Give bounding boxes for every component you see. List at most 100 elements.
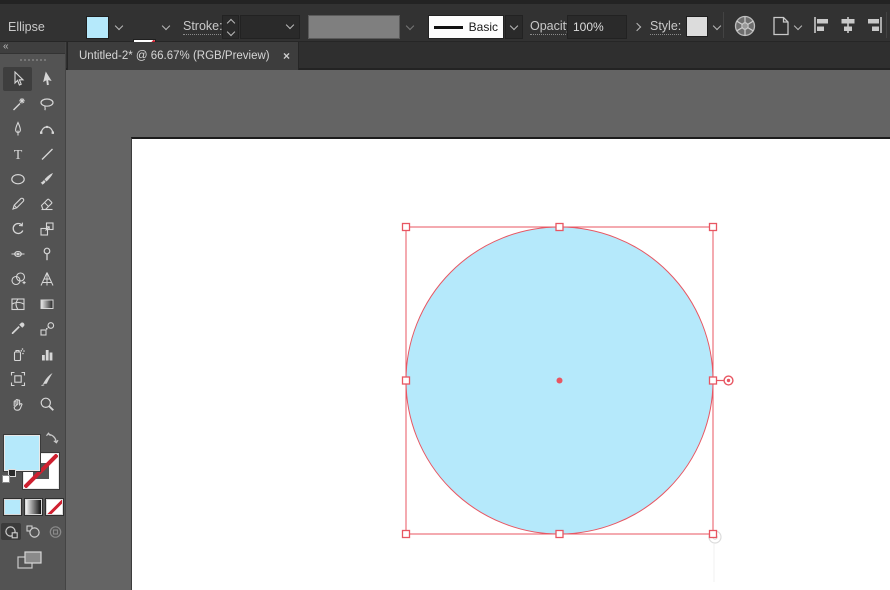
tool-eraser[interactable] [32,192,61,216]
magic-wand-icon [12,98,25,111]
brush-definition-combo[interactable]: Basic [428,15,504,39]
collapse-panel-button[interactable]: « [3,41,9,53]
step-down-icon [226,27,235,36]
tool-line-segment[interactable] [32,142,61,166]
canvas-area[interactable] [66,70,890,590]
tool-type[interactable]: T [3,142,32,166]
tool-width[interactable] [3,242,32,266]
tool-column-graph[interactable] [32,342,61,366]
tool-shape-builder[interactable] [3,267,32,291]
none-button[interactable] [45,498,64,516]
document-tab[interactable]: Untitled-2* @ 66.67% (RGB/Preview) × [67,42,299,70]
brush-definition-dropdown[interactable] [505,15,523,39]
tool-slice[interactable] [32,367,61,391]
tab-close-button[interactable]: × [283,49,290,63]
stroke-panel-link[interactable]: Stroke: [183,19,223,35]
pencil-icon [11,197,24,210]
panel-grip[interactable] [19,59,46,61]
tool-symbol-sprayer[interactable] [3,342,32,366]
shape-center-point [556,377,563,384]
default-fill-icon [2,475,10,483]
align-horizontal-center-button[interactable] [838,16,858,34]
default-fill-stroke-button[interactable] [2,469,16,483]
chevron-right-icon [632,22,642,32]
handle-bottom-right[interactable] [708,529,718,539]
eraser-icon [40,198,52,211]
tool-magic-wand[interactable] [3,92,32,116]
selection-arrow-icon [13,71,24,86]
stroke-weight-stepper[interactable] [222,15,239,39]
chevron-down-icon [793,21,803,30]
tool-rotate[interactable] [3,217,32,241]
style-swatch[interactable] [686,16,708,37]
fill-color-dropdown[interactable] [110,15,127,39]
tool-gradient[interactable] [32,292,61,316]
gradient-button[interactable] [24,498,43,516]
eyedropper-icon [11,322,24,334]
illustrator-window: Ellipse Stroke: Basic Opacity: Style: [0,0,890,590]
document-setup-button[interactable] [770,15,792,37]
separator [886,12,887,38]
tool-selection[interactable] [3,67,32,91]
type-icon: T [13,148,22,162]
opacity-presets-button[interactable] [629,15,645,39]
color-button[interactable] [3,498,22,516]
width-profile-combo [308,15,400,39]
fill-indicator[interactable] [3,434,41,472]
tool-artboard[interactable] [3,367,32,391]
stroke-color-dropdown[interactable] [157,15,174,39]
tools-panel: « T [0,41,66,590]
rotate-icon [12,222,23,235]
handle-top-left[interactable] [401,222,411,232]
slice-knife-icon [40,373,52,387]
handle-top-right[interactable] [708,222,718,232]
tool-eyedropper[interactable] [3,317,32,341]
fill-stroke-widget [2,431,64,490]
tool-blend[interactable] [32,317,61,341]
tool-direct-selection[interactable] [32,67,61,91]
draw-normal-button[interactable] [1,523,21,540]
handle-middle-left[interactable] [401,376,411,385]
hand-icon [13,398,23,411]
handle-top-center[interactable] [555,222,564,232]
draw-normal-icon [4,525,18,538]
tool-ellipse[interactable] [3,167,32,191]
style-panel-link[interactable]: Style: [650,19,682,35]
handle-bottom-center[interactable] [555,529,564,539]
tool-paintbrush[interactable] [32,167,61,191]
tool-zoom[interactable] [32,392,61,416]
perspective-grid-icon [40,272,53,286]
draw-inside-button[interactable] [45,523,65,540]
tool-hand[interactable] [3,392,32,416]
separator [723,12,724,38]
tool-lasso[interactable] [32,92,61,116]
direct-selection-arrow-icon [42,71,52,86]
tool-grid: T [0,67,65,417]
screen-mode-button[interactable] [16,550,65,576]
recolor-artwork-button[interactable] [733,14,757,38]
tool-curvature[interactable] [32,117,61,141]
tool-pen[interactable] [3,117,32,141]
tool-mesh[interactable] [3,292,32,316]
tool-puppet-warp[interactable] [32,242,61,266]
align-horizontal-right-button[interactable] [864,16,884,34]
tool-pencil[interactable] [3,192,32,216]
document-setup-dropdown[interactable] [792,15,804,39]
tool-perspective-grid[interactable] [32,267,61,291]
fill-color-swatch[interactable] [86,16,109,39]
step-up-icon [226,18,235,27]
chevron-down-icon [712,21,721,30]
gradient-icon [40,299,53,309]
swap-fill-stroke-button[interactable] [45,431,60,449]
align-horizontal-left-button[interactable] [812,16,832,34]
draw-behind-button[interactable] [23,523,43,540]
paintbrush-icon [40,173,53,185]
opacity-input[interactable] [567,15,627,39]
swap-arrows-icon [46,432,59,444]
stroke-weight-combo[interactable] [240,15,300,39]
ellipse-pie-widget[interactable] [716,375,734,386]
brush-definition-value: Basic [468,20,498,34]
handle-middle-right[interactable] [708,376,718,385]
handle-bottom-left[interactable] [401,529,411,539]
tool-scale[interactable] [32,217,61,241]
